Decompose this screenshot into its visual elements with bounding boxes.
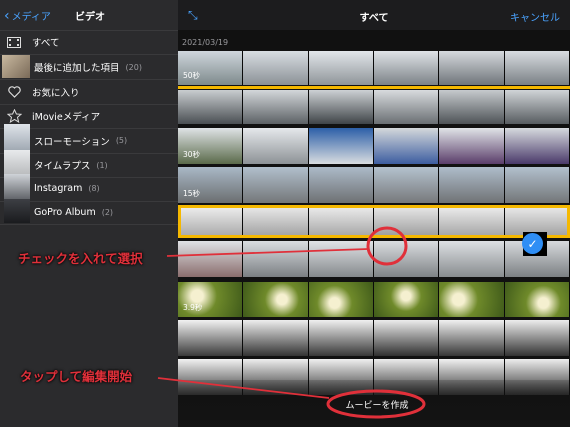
check-annotation-label: チェックを入れて選択 — [18, 251, 143, 266]
check-annotation-arrow — [166, 248, 369, 257]
check-highlight-circle — [366, 226, 408, 266]
tap-annotation-arrow — [157, 377, 330, 399]
tap-annotation-label: タップして編集開始 — [20, 369, 133, 384]
make-button-highlight-circle — [326, 389, 426, 419]
annotation-overlay — [157, 226, 426, 419]
